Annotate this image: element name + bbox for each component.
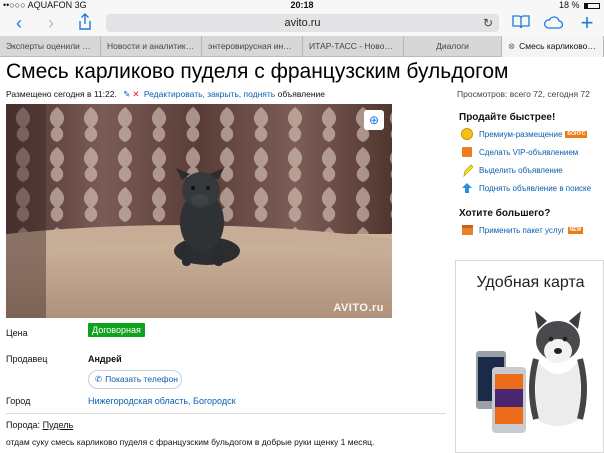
active-tab-label: Смесь карликово пуд... bbox=[519, 41, 604, 51]
premium-placement-link[interactable]: Премиум-размещение БОНУС bbox=[459, 128, 604, 144]
phone-icon: ✆ bbox=[95, 374, 103, 384]
icloud-tabs-icon[interactable] bbox=[542, 13, 564, 33]
arrow-up-icon bbox=[460, 182, 474, 196]
views-counter: Просмотров: всего 72, сегодня 72 bbox=[457, 89, 590, 99]
close-listing-icon[interactable]: ✕ bbox=[132, 89, 139, 99]
close-tab-icon[interactable]: ⊗ bbox=[508, 41, 515, 51]
new-badge: NEW bbox=[567, 227, 584, 235]
edit-icon[interactable]: ✎ bbox=[123, 89, 130, 99]
battery-icon bbox=[584, 2, 600, 9]
bookmarks-icon[interactable] bbox=[510, 13, 532, 33]
browser-tab[interactable]: Новости и аналитика... bbox=[101, 36, 202, 57]
address-bar[interactable]: avito.ru ↻ bbox=[106, 14, 499, 32]
puppy-photo bbox=[6, 104, 392, 318]
seller-label: Продавец bbox=[6, 354, 48, 364]
listing-title: Смесь карликово пуделя с французским бул… bbox=[6, 60, 509, 83]
show-phone-button[interactable]: ✆ Показать телефон bbox=[88, 370, 182, 389]
seller-name[interactable]: Андрей bbox=[88, 354, 122, 364]
ad-banner[interactable]: Удобная карта bbox=[455, 260, 604, 453]
highlight-listing-link[interactable]: Выделить объявление bbox=[459, 164, 604, 180]
want-more-heading: Хотите большего? bbox=[459, 208, 551, 219]
avito-watermark: AVITO.ru bbox=[333, 302, 384, 314]
browser-toolbar: ‹ › avito.ru ↻ + bbox=[0, 11, 604, 36]
url-text: avito.ru bbox=[284, 17, 321, 29]
city-link[interactable]: Нижегородская область, Богородск bbox=[88, 396, 236, 406]
premium-placement-label: Премиум-размещение bbox=[479, 130, 563, 139]
price-badge: Договорная bbox=[88, 323, 145, 337]
divider bbox=[6, 413, 446, 414]
tab-strip: Эксперты оценили ст... Новости и аналити… bbox=[0, 36, 604, 57]
browser-tab[interactable]: Диалоги bbox=[404, 36, 502, 57]
price-label: Цена bbox=[6, 328, 28, 338]
highlight-listing-label: Выделить объявление bbox=[479, 166, 563, 175]
browser-tab-active[interactable]: ⊗ Смесь карликово пуд... bbox=[502, 36, 604, 57]
package-icon bbox=[460, 224, 474, 238]
zoom-icon[interactable]: ⊕ bbox=[364, 110, 384, 130]
sell-faster-heading: Продайте быстрее! bbox=[459, 112, 556, 123]
battery-indicator: 18 % bbox=[559, 0, 600, 11]
ad-title: Удобная карта bbox=[476, 274, 585, 291]
ad-phones-and-husky-image bbox=[476, 311, 587, 433]
bump-listing-label: Поднять объявление в поиске bbox=[479, 184, 592, 193]
listing-description: отдам суку смесь карликово пуделя с фран… bbox=[6, 437, 375, 447]
new-tab-icon[interactable]: + bbox=[576, 12, 598, 34]
breed-value[interactable]: Пудель bbox=[43, 420, 74, 430]
clock: 20:18 bbox=[290, 0, 314, 10]
make-vip-link[interactable]: Сделать VIP-объявлением bbox=[459, 146, 604, 162]
gold-coin-icon bbox=[460, 128, 474, 142]
breed-row: Порода: Пудель bbox=[6, 420, 73, 430]
browser-tab[interactable]: ИТАР-ТАСС - Новости... bbox=[303, 36, 404, 57]
posted-date: Размещено сегодня в 11:22. bbox=[6, 89, 117, 99]
make-vip-label: Сделать VIP-объявлением bbox=[479, 148, 579, 157]
listing-actions-link[interactable]: Редактировать, закрыть, поднять bbox=[144, 89, 275, 99]
price-value-wrap: Договорная bbox=[88, 323, 145, 337]
browser-tab[interactable]: Эксперты оценили ст... bbox=[0, 36, 101, 57]
show-phone-label: Показать телефон bbox=[105, 374, 178, 384]
listing-meta: Размещено сегодня в 11:22. ✎ ✕ Редактиров… bbox=[6, 89, 325, 100]
city-label: Город bbox=[6, 396, 31, 406]
vip-icon bbox=[460, 146, 474, 160]
back-icon[interactable]: ‹ bbox=[8, 13, 30, 33]
battery-percent: 18 % bbox=[558, 0, 580, 10]
share-icon[interactable] bbox=[74, 13, 96, 33]
listing-photo[interactable]: ⊕ AVITO.ru bbox=[6, 104, 392, 318]
bonus-badge: БОНУС bbox=[565, 131, 588, 139]
sidebar: Продайте быстрее! Премиум-размещение БОНУ… bbox=[459, 112, 604, 242]
apply-package-link[interactable]: Применить пакет услуг NEW bbox=[459, 224, 604, 240]
browser-tab[interactable]: энтеровирусная инфе... bbox=[202, 36, 303, 57]
forward-icon[interactable]: › bbox=[40, 13, 62, 33]
breed-label: Порода: bbox=[6, 420, 41, 430]
apply-package-label: Применить пакет услуг bbox=[479, 226, 565, 235]
highlighter-icon bbox=[460, 164, 474, 178]
reload-icon[interactable]: ↻ bbox=[483, 14, 493, 32]
status-bar: ••○○○ AQUAFON 3G 20:18 18 % bbox=[0, 0, 604, 11]
bump-listing-link[interactable]: Поднять объявление в поиске bbox=[459, 182, 604, 198]
listing-actions-suffix: объявление bbox=[277, 89, 325, 99]
